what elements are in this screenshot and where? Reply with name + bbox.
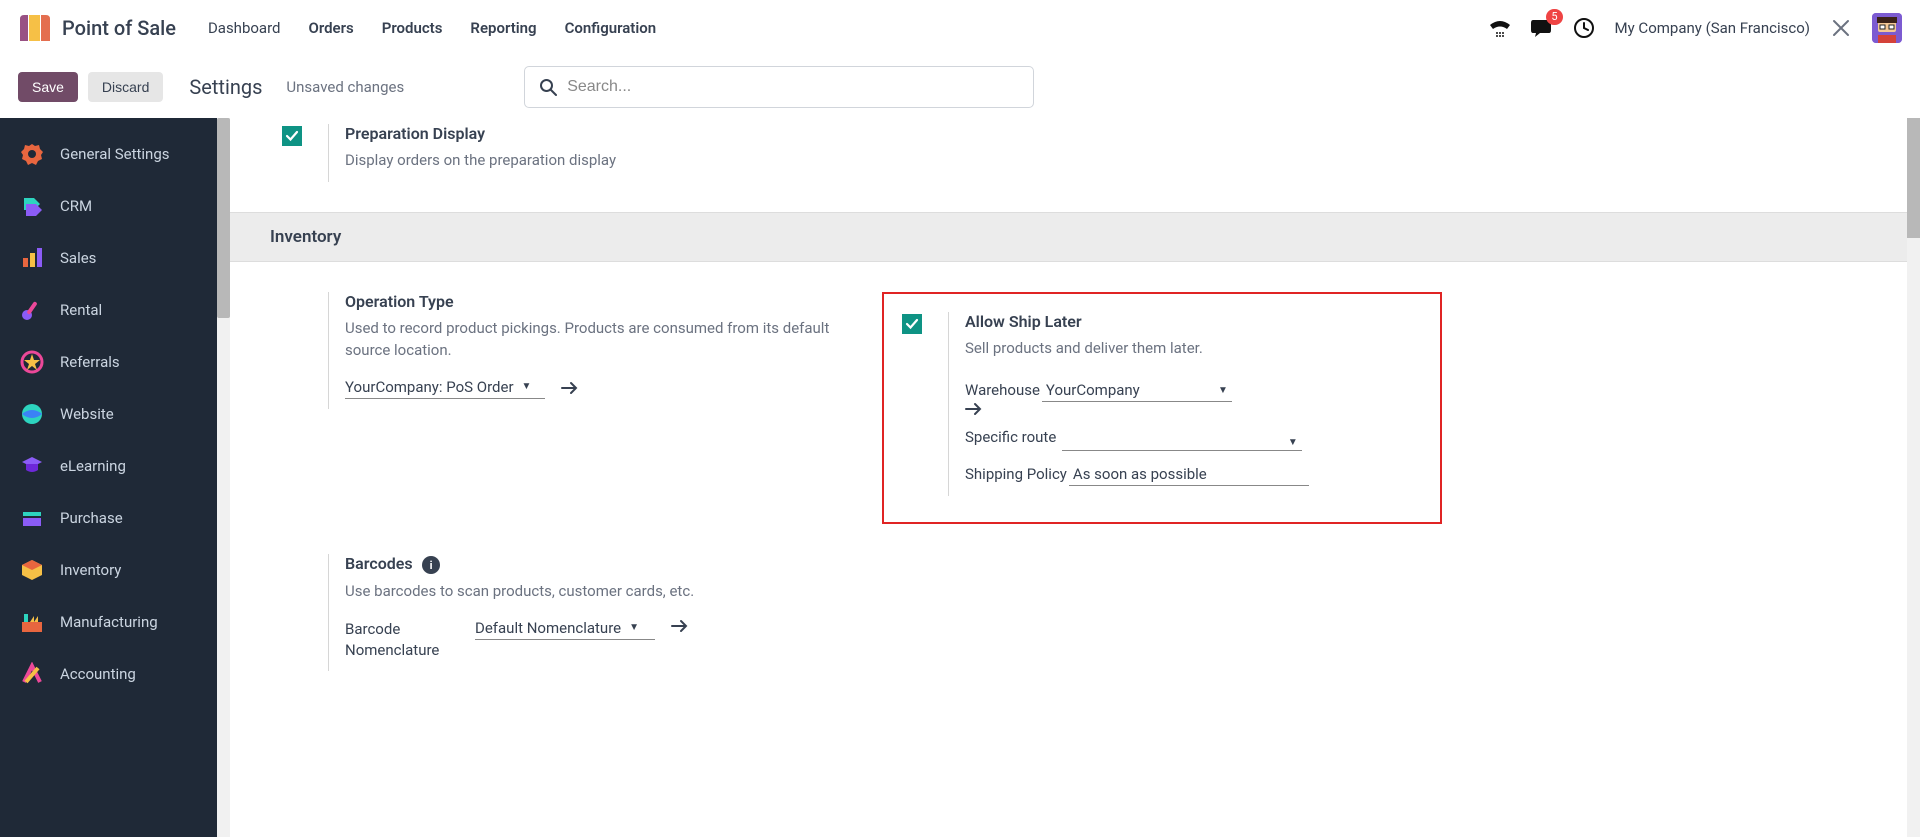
manufacturing-icon	[20, 610, 44, 634]
select-operation-type[interactable]: YourCompany: PoS Order ▼	[345, 378, 545, 399]
discard-button[interactable]: Discard	[88, 72, 163, 102]
section-header-inventory: Inventory	[230, 212, 1920, 262]
external-link-icon[interactable]	[965, 402, 1422, 416]
chevron-down-icon: ▼	[1218, 385, 1228, 396]
chevron-down-icon: ▼	[1288, 437, 1298, 448]
highlight-allow-ship-later: Allow Ship Later Sell products and deliv…	[882, 292, 1442, 524]
page-status: Unsaved changes	[286, 78, 404, 96]
crm-icon	[20, 194, 44, 218]
chevron-down-icon: ▼	[629, 622, 639, 633]
menu-dashboard[interactable]: Dashboard	[208, 19, 281, 37]
external-link-icon[interactable]	[561, 381, 579, 395]
sales-icon	[20, 246, 44, 270]
brand[interactable]: Point of Sale	[18, 15, 176, 41]
setting-title-operation-type: Operation Type	[345, 292, 842, 311]
chevron-down-icon: ▼	[522, 381, 532, 392]
sidebar-item-label: Sales	[60, 249, 96, 267]
label-barcode-nomenclature: Barcode Nomenclature	[345, 619, 465, 661]
sidebar-scrollbar[interactable]	[217, 118, 230, 837]
purchase-icon	[20, 506, 44, 530]
select-shipping-policy[interactable]: As soon as possible	[1069, 463, 1309, 486]
sidebar-item-label: Rental	[60, 301, 102, 319]
top-nav: Point of Sale Dashboard Orders Products …	[0, 0, 1920, 56]
setting-title-barcodes: Barcodes	[345, 554, 413, 573]
sidebar-item-website[interactable]: Website	[0, 388, 217, 440]
sidebar-item-label: Referrals	[60, 353, 120, 371]
content-scrollbar-thumb[interactable]	[1907, 118, 1920, 238]
accounting-icon	[20, 662, 44, 686]
sidebar-item-accounting[interactable]: Accounting	[0, 648, 217, 700]
user-avatar[interactable]	[1872, 13, 1902, 43]
label-shipping-policy: Shipping Policy	[965, 465, 1067, 483]
sidebar-item-label: Manufacturing	[60, 613, 158, 631]
select-warehouse[interactable]: YourCompany ▼	[1042, 379, 1232, 402]
main-menu: Dashboard Orders Products Reporting Conf…	[208, 19, 656, 37]
select-specific-route[interactable]: ▼	[1062, 435, 1302, 451]
referrals-icon	[20, 350, 44, 374]
sidebar-item-label: eLearning	[60, 457, 126, 475]
messages-icon[interactable]: 5	[1531, 17, 1553, 39]
select-barcode-value: Default Nomenclature	[475, 619, 621, 637]
search-box[interactable]	[524, 66, 1034, 108]
content-scrollbar[interactable]	[1907, 118, 1920, 837]
setting-title-prep-display: Preparation Display	[345, 124, 1920, 143]
sidebar-item-manufacturing[interactable]: Manufacturing	[0, 596, 217, 648]
setting-sub-barcodes: Use barcodes to scan products, customer …	[345, 580, 842, 603]
select-barcode-nomenclature[interactable]: Default Nomenclature ▼	[475, 619, 655, 640]
sidebar-item-inventory[interactable]: Inventory	[0, 544, 217, 596]
sidebar-item-general-settings[interactable]: General Settings	[0, 128, 217, 180]
company-selector[interactable]: My Company (San Francisco)	[1615, 19, 1810, 37]
phone-icon[interactable]	[1489, 17, 1511, 39]
action-bar: Save Discard Settings Unsaved changes	[0, 56, 1920, 118]
save-button[interactable]: Save	[18, 72, 78, 102]
sidebar-item-label: Inventory	[60, 561, 121, 579]
label-warehouse: Warehouse	[965, 381, 1040, 399]
select-shipping-policy-value: As soon as possible	[1073, 465, 1207, 483]
sidebar-item-referrals[interactable]: Referrals	[0, 336, 217, 388]
content: Preparation Display Display orders on th…	[230, 118, 1920, 837]
menu-orders[interactable]: Orders	[308, 19, 353, 37]
setting-sub-operation-type: Used to record product pickings. Product…	[345, 317, 842, 362]
messages-badge: 5	[1546, 9, 1562, 25]
select-operation-type-value: YourCompany: PoS Order	[345, 378, 514, 396]
search-input[interactable]	[567, 78, 1019, 96]
setting-sub-ship-later: Sell products and deliver them later.	[965, 337, 1422, 360]
sidebar-item-sales[interactable]: Sales	[0, 232, 217, 284]
sidebar-item-label: General Settings	[60, 145, 170, 163]
rental-icon	[20, 298, 44, 322]
page-title: Settings	[189, 75, 262, 99]
setting-title-ship-later: Allow Ship Later	[965, 312, 1422, 331]
brand-title: Point of Sale	[62, 16, 176, 40]
sidebar-item-label: CRM	[60, 197, 92, 215]
top-right: 5 My Company (San Francisco)	[1489, 13, 1902, 43]
tools-icon[interactable]	[1830, 17, 1852, 39]
sidebar: General Settings CRM Sales Rental Referr…	[0, 118, 217, 837]
menu-products[interactable]: Products	[382, 19, 443, 37]
gear-icon	[20, 142, 44, 166]
shell: General Settings CRM Sales Rental Referr…	[0, 118, 1920, 837]
menu-configuration[interactable]: Configuration	[565, 19, 657, 37]
sidebar-item-crm[interactable]: CRM	[0, 180, 217, 232]
external-link-icon[interactable]	[671, 619, 689, 633]
sidebar-item-label: Purchase	[60, 509, 123, 527]
checkbox-preparation-display[interactable]	[282, 126, 302, 146]
elearning-icon	[20, 454, 44, 478]
sidebar-item-purchase[interactable]: Purchase	[0, 492, 217, 544]
setting-sub-prep-display: Display orders on the preparation displa…	[345, 149, 1920, 172]
sidebar-item-elearning[interactable]: eLearning	[0, 440, 217, 492]
sidebar-item-label: Website	[60, 405, 114, 423]
search-icon	[539, 78, 557, 96]
label-specific-route: Specific route	[965, 428, 1056, 446]
sidebar-scrollbar-thumb[interactable]	[217, 118, 230, 318]
info-icon[interactable]: i	[422, 556, 440, 574]
website-icon	[20, 402, 44, 426]
inventory-icon	[20, 558, 44, 582]
clock-icon[interactable]	[1573, 17, 1595, 39]
sidebar-item-label: Accounting	[60, 665, 136, 683]
checkbox-allow-ship-later[interactable]	[902, 314, 922, 334]
menu-reporting[interactable]: Reporting	[470, 19, 536, 37]
select-warehouse-value: YourCompany	[1046, 381, 1140, 399]
sidebar-item-rental[interactable]: Rental	[0, 284, 217, 336]
app-logo-icon	[18, 15, 52, 41]
